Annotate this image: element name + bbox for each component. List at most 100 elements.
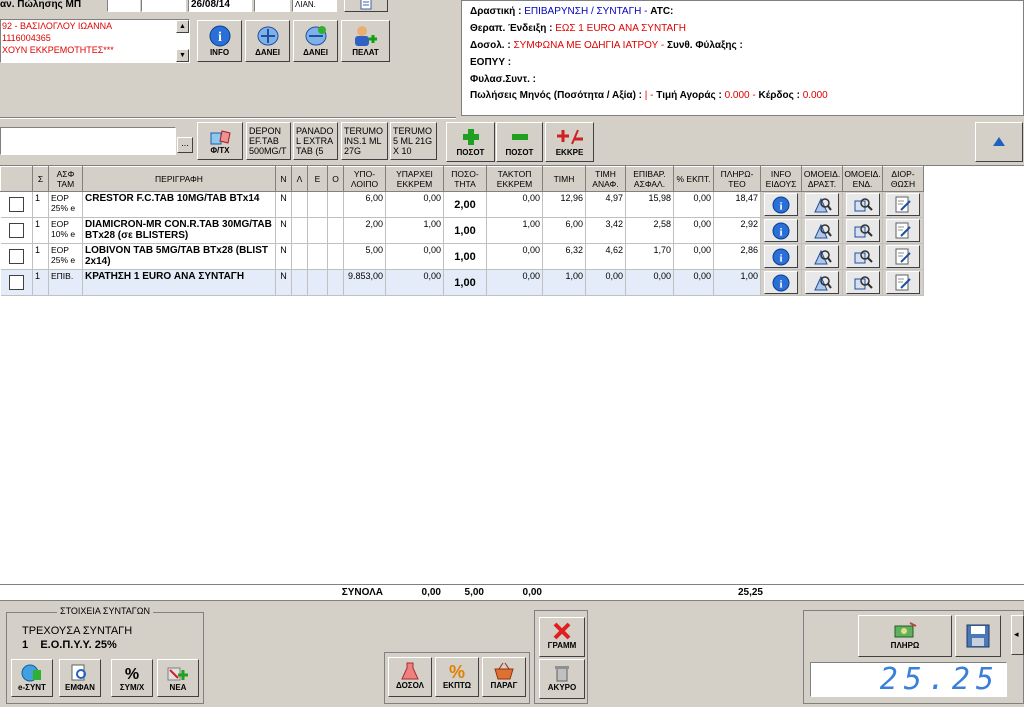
lend-button[interactable]: ΔΑΝΕΙ [245,20,290,62]
col-price[interactable]: ΤΙΜΗ [542,166,586,192]
save-button[interactable] [955,615,1001,657]
ftx-button[interactable]: Φ/ΤΧ [197,122,243,160]
table-row[interactable]: 1 EOP 10% e DIAMICRON-MR CON.R.TAB 30MG/TA… [0,217,924,244]
new-prescription-button[interactable]: ΝΕΑ [157,659,199,697]
patient-list[interactable]: 92 - ΒΑΣΙΛΟΓΛΟΥ ΙΩΑΝΝΑ 1116004365 ΧΟΥΝ Ε… [0,19,190,63]
row-info-button[interactable]: i [764,219,798,242]
row-info-button[interactable]: i [764,193,798,216]
customer-add-button[interactable]: ΠΕΛΑΤ [341,20,390,62]
table-row[interactable]: 1 EOP 25% e LOBIVON TAB 5MG/TAB BTx28 (BLI… [0,243,924,270]
col-e[interactable]: Ε [307,166,328,192]
row-similar-indication-button[interactable] [845,193,880,216]
show-prescription-button[interactable]: ΕΜΦΑΝ [59,659,101,697]
row-similar-indication-button[interactable] [845,271,880,294]
row-checkbox-cell[interactable] [0,217,33,244]
row-checkbox-cell[interactable] [0,191,33,218]
cell-description[interactable]: DIAMICRON-MR CON.R.TAB 30MG/TAB BTx28 (σ… [82,217,276,244]
quantity-minus-button[interactable]: ΠΟΣΟΤ [496,122,543,162]
col-insurance-charge[interactable]: ΕΠΙΒΑΡ. ΑΣΦΑΛ. [625,166,674,192]
col-l[interactable]: Λ [291,166,308,192]
cell-description[interactable]: ΚΡΑΤΗΣΗ 1 EURO ΑΝΑ ΣΥΝΤΑΓΗ [82,269,276,296]
row-checkbox[interactable] [8,223,24,238]
row-similar-active-button[interactable] [805,219,839,242]
scroll-up-button[interactable]: ▲ [176,20,189,33]
col-similar-active[interactable]: ΟΜΟΕΙΔ. ΔΡΑΣΤ. [801,166,843,192]
row-edit-button[interactable] [886,193,920,216]
row-similar-active-button[interactable] [805,271,839,294]
col-o[interactable]: Ο [327,166,344,192]
row-info-button[interactable]: i [764,245,798,268]
similar-active-icon [814,249,832,264]
dosage-button[interactable]: ΔΟΣΟΛ [388,657,432,697]
lend-alt-button[interactable]: ΔΑΝΕΙ [293,20,338,62]
row-similar-active-button[interactable] [805,193,839,216]
scroll-down-button[interactable]: ▼ [176,49,189,62]
quantity-plus-button[interactable]: ΠΟΣΟΤ [446,122,495,162]
quick-item-3[interactable]: TERUMO INS.1 ML 27G [341,122,388,160]
totals-payable: 25,25 [737,587,763,598]
row-similar-indication-button[interactable] [845,219,880,242]
table-row[interactable]: 1 EOP 25% e CRESTOR F.C.TAB 10MG/TAB BTx14… [0,191,924,218]
svg-text:i: i [779,252,782,264]
field-1[interactable] [107,0,140,12]
quick-item-2[interactable]: PANADO L EXTRA TAB (5 [293,122,338,160]
col-similar-indication[interactable]: ΟΜΟΕΙΔ. ΕΝΔ. [842,166,883,192]
row-checkbox[interactable] [8,197,24,212]
e-prescription-button[interactable]: e-ΣΥΝΤ [11,659,53,697]
row-similar-active-button[interactable] [805,245,839,268]
col-quantity[interactable]: ΠΟΣΟ- ΤΗΤΑ [443,166,487,192]
cell-quantity[interactable]: 1,00 [443,269,487,296]
col-sigma[interactable]: Σ [32,166,49,192]
date-field[interactable]: 26/08/14 [188,0,252,12]
scroll-top-button[interactable] [975,122,1023,162]
col-payable[interactable]: ΠΛΗΡΩ- ΤΕΟ [713,166,761,192]
field-2[interactable] [141,0,186,12]
row-checkbox[interactable] [8,249,24,264]
order-button[interactable]: ΠΑΡΑΓ [482,657,526,697]
pending-button[interactable]: ΕΚΚΡΕ [545,122,594,162]
col-discount[interactable]: % ΕΚΠΤ. [673,166,714,192]
product-info-panel: Δραστική : ΕΠΙΒΑΡΥΝΣΗ / ΣΥΝΤΑΓΗ - ATC: Θ… [461,0,1024,116]
row-similar-indication-button[interactable] [845,245,880,268]
col-n[interactable]: Ν [275,166,292,192]
row-edit-button[interactable] [886,271,920,294]
cell-description[interactable]: CRESTOR F.C.TAB 10MG/TAB BTx14 [82,191,276,218]
col-asf[interactable]: ΑΣΦ ΤΑΜ [48,166,83,192]
discount-button[interactable]: % ΕΚΠΤΩ [435,657,479,697]
side-tab[interactable]: ◂ [1011,615,1024,655]
table-row[interactable]: 1 ΕΠΙΒ. ΚΡΑΤΗΣΗ 1 EURO ΑΝΑ ΣΥΝΤΑΓΗ N 9.853,0… [0,269,924,296]
pay-button[interactable]: ΠΛΗΡΩ [858,615,952,657]
col-pending[interactable]: ΥΠΑΡΧΕΙ ΕΚΚΡΕΜ [385,166,444,192]
col-info[interactable]: INFO ΕΙΔΟΥΣ [760,166,802,192]
cell-quantity[interactable]: 1,00 [443,243,487,270]
doc-button[interactable] [344,0,388,12]
col-settle-pending[interactable]: ΤΑΚΤΟΠ ΕΚΚΡΕΜ [486,166,543,192]
row-checkbox[interactable] [8,275,24,290]
delete-line-button[interactable]: ΓΡΑΜΜ [539,617,585,657]
col-ref-price[interactable]: ΤΙΜΗ ΑΝΑΦ. [585,166,626,192]
info-button[interactable]: i INFO [197,20,242,62]
search-more-button[interactable]: ... [177,137,193,153]
row-info-button[interactable]: i [764,271,798,294]
cell-description[interactable]: LOBIVON TAB 5MG/TAB BTx28 (BLIST 2x14) [82,243,276,270]
cancel-button[interactable]: ΑΚΥΡΟ [539,659,585,699]
row-checkbox-cell[interactable] [0,243,33,270]
cell-quantity[interactable]: 1,00 [443,217,487,244]
quick-item-1[interactable]: DEPON EF.TAB 500MG/T [246,122,291,160]
prescription-group: ΣΤΟΙΧΕΙΑ ΣΥΝΤΑΓΩΝ ΤΡΕΧΟΥΣΑ ΣΥΝΤΑΓΗ 1 Ε.Ο… [6,606,204,704]
col-select[interactable] [0,166,33,192]
col-edit[interactable]: ΔΙΟΡ- ΘΩΣΗ [882,166,924,192]
participation-button[interactable]: % ΣΥΜ/Χ [111,659,153,697]
col-description[interactable]: ΠΕΡΙΓΡΑΦΗ [82,166,276,192]
price-type-field[interactable]: ΛΙΑΝ. [292,0,337,12]
field-3[interactable] [254,0,290,12]
cell-sigma: 1 [32,217,49,244]
cell-discount: 0,00 [673,269,714,296]
col-remaining[interactable]: ΥΠΟ- ΛΟΙΠΟ [343,166,386,192]
search-input[interactable] [0,127,176,155]
row-edit-button[interactable] [886,219,920,242]
row-checkbox-cell[interactable] [0,269,33,296]
cell-quantity[interactable]: 2,00 [443,191,487,218]
row-edit-button[interactable] [886,245,920,268]
quick-item-4[interactable]: TERUMO 5 ML 21G X 10 [390,122,437,160]
